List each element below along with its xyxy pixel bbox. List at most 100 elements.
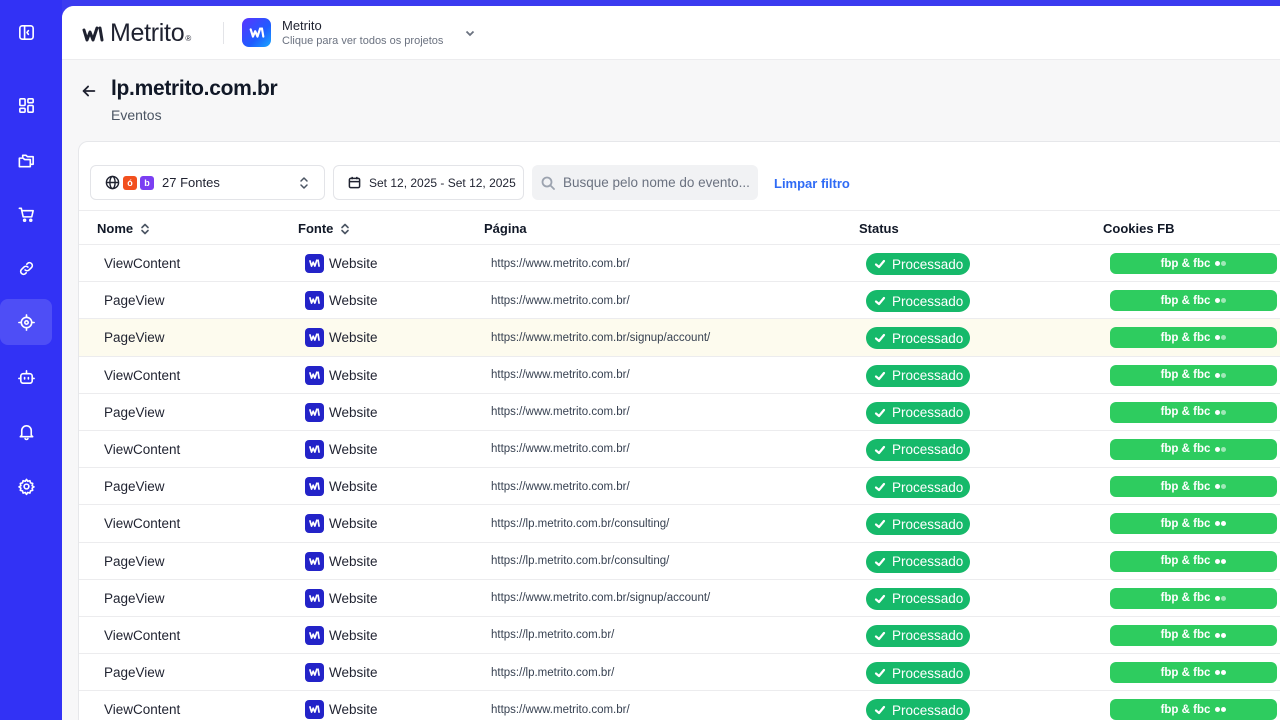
- website-source-icon: [305, 365, 324, 385]
- cookie-dots-indicator: [1214, 372, 1227, 378]
- table-row[interactable]: ViewContent Website https://lp.metrito.c…: [79, 505, 1280, 543]
- cookies-badge: fbp & fbc: [1110, 624, 1277, 646]
- page-subtitle: Eventos: [111, 107, 162, 123]
- event-source-label: Website: [329, 590, 378, 606]
- cookie-dots-indicator: [1214, 446, 1227, 452]
- bot-icon[interactable]: [0, 354, 52, 400]
- cookie-dot-fbp: [1215, 372, 1221, 378]
- table-row[interactable]: PageView Website https://www.metrito.com…: [79, 394, 1280, 431]
- sources-select[interactable]: ó b 27 Fontes: [90, 165, 325, 200]
- search-box[interactable]: [532, 165, 758, 200]
- table-row[interactable]: ViewContent Website https://www.metrito.…: [79, 357, 1280, 394]
- event-source-label: Website: [329, 479, 378, 495]
- folders-icon[interactable]: [0, 137, 52, 183]
- status-label: Processado: [892, 591, 964, 607]
- table-row[interactable]: PageView Website https://www.metrito.com…: [79, 580, 1280, 617]
- link-icon[interactable]: [0, 245, 52, 291]
- cookies-badge: fbp & fbc: [1110, 550, 1277, 572]
- cookie-dot-fbp: [1215, 558, 1221, 564]
- event-source: Website: [305, 431, 378, 468]
- clear-filter-link[interactable]: Limpar filtro: [774, 176, 850, 191]
- table-row[interactable]: ViewContent Website https://lp.metrito.c…: [79, 617, 1280, 655]
- table-row[interactable]: PageView Website https://www.metrito.com…: [79, 319, 1280, 357]
- cookies-badge: fbp & fbc: [1110, 401, 1277, 423]
- project-subtitle[interactable]: Clique para ver todos os projetos: [282, 35, 443, 47]
- event-name: PageView: [104, 293, 165, 309]
- status-badge: Processado: [866, 476, 970, 499]
- source-b-icon: b: [140, 175, 154, 190]
- cookies-label: fbp & fbc: [1160, 331, 1211, 344]
- target-icon[interactable]: [0, 299, 52, 345]
- status-badge: Processado: [866, 699, 970, 720]
- cookie-dot-fbc: [1221, 632, 1227, 638]
- cookie-dots-indicator: [1214, 632, 1227, 638]
- table-row[interactable]: PageView Website https://www.metrito.com…: [79, 282, 1280, 320]
- page-title: lp.metrito.com.br: [111, 77, 278, 100]
- header-cookies: Cookies FB: [1103, 221, 1175, 236]
- website-source-icon: [305, 291, 324, 311]
- event-page-url: https://www.metrito.com.br/signup/accoun…: [491, 331, 711, 344]
- cookies-label: fbp & fbc: [1160, 369, 1211, 382]
- chevron-down-icon[interactable]: [464, 26, 476, 38]
- globe-icon: [105, 175, 120, 190]
- cookie-dot-fbc: [1221, 409, 1227, 415]
- status-label: Processado: [892, 330, 964, 346]
- event-name: PageView: [104, 665, 165, 681]
- date-range-picker[interactable]: Set 12, 2025 - Set 12, 2025: [333, 165, 524, 200]
- event-source: Website: [305, 617, 378, 654]
- project-icon[interactable]: [242, 18, 271, 47]
- status-label: Processado: [892, 665, 964, 681]
- cart-icon[interactable]: [0, 191, 52, 237]
- brand-logo[interactable]: Metrito ®: [82, 19, 191, 48]
- website-source-icon: [305, 514, 324, 534]
- status-badge: Processado: [866, 327, 970, 350]
- dashboard-icon[interactable]: [0, 82, 52, 128]
- event-name: ViewContent: [104, 256, 181, 271]
- cookies-label: fbp & fbc: [1160, 666, 1211, 679]
- website-source-icon: [305, 402, 324, 422]
- table-row[interactable]: ViewContent Website https://www.metrito.…: [79, 245, 1280, 283]
- status-badge: Processado: [866, 290, 970, 313]
- search-input[interactable]: [563, 175, 753, 190]
- project-name[interactable]: Metrito: [282, 18, 322, 33]
- sidebar-toggle-icon[interactable]: [0, 9, 52, 55]
- settings-icon[interactable]: [0, 463, 52, 509]
- table-row[interactable]: PageView Website https://lp.metrito.com.…: [79, 543, 1280, 580]
- bell-icon[interactable]: [0, 408, 52, 454]
- event-name: ViewContent: [104, 367, 181, 383]
- status-label: Processado: [892, 368, 964, 384]
- cookies-badge: fbp & fbc: [1110, 513, 1277, 535]
- website-source-icon: [305, 477, 324, 497]
- table-row[interactable]: PageView Website https://lp.metrito.com.…: [79, 654, 1280, 692]
- status-badge: Processado: [866, 401, 970, 424]
- website-source-icon: [305, 700, 324, 720]
- check-icon: [874, 259, 886, 269]
- header-name[interactable]: Nome: [97, 221, 150, 236]
- brand-name: Metrito: [110, 19, 185, 47]
- table-body: ViewContent Website https://www.metrito.…: [79, 245, 1280, 720]
- table-header: Nome Fonte Página Status Cookies FB: [79, 210, 1280, 245]
- cookies-badge: fbp & fbc: [1110, 662, 1277, 684]
- table-row[interactable]: ViewContent Website https://www.metrito.…: [79, 431, 1280, 469]
- back-arrow-icon[interactable]: [80, 82, 100, 102]
- cookies-badge: fbp & fbc: [1110, 438, 1277, 460]
- table-row[interactable]: PageView Website https://www.metrito.com…: [79, 468, 1280, 506]
- header-page: Página: [484, 221, 527, 236]
- event-page-url: https://www.metrito.com.br/: [491, 703, 630, 716]
- sources-label: 27 Fontes: [162, 175, 220, 190]
- table-row[interactable]: ViewContent Website https://www.metrito.…: [79, 691, 1280, 720]
- event-source: Website: [305, 654, 378, 691]
- cookie-dots-indicator: [1214, 707, 1227, 713]
- cookies-badge: fbp & fbc: [1110, 327, 1277, 349]
- check-icon: [874, 445, 886, 455]
- cookie-dots-indicator: [1214, 409, 1227, 415]
- status-badge: Processado: [866, 364, 970, 387]
- date-range-label: Set 12, 2025 - Set 12, 2025: [369, 175, 516, 190]
- event-source-label: Website: [329, 441, 378, 457]
- header-source[interactable]: Fonte: [298, 221, 350, 236]
- check-icon: [874, 594, 886, 603]
- event-source: Website: [305, 580, 378, 617]
- logo-mark-icon: [82, 26, 104, 41]
- event-source: Website: [305, 282, 378, 319]
- cookie-dot-fbp: [1215, 446, 1221, 452]
